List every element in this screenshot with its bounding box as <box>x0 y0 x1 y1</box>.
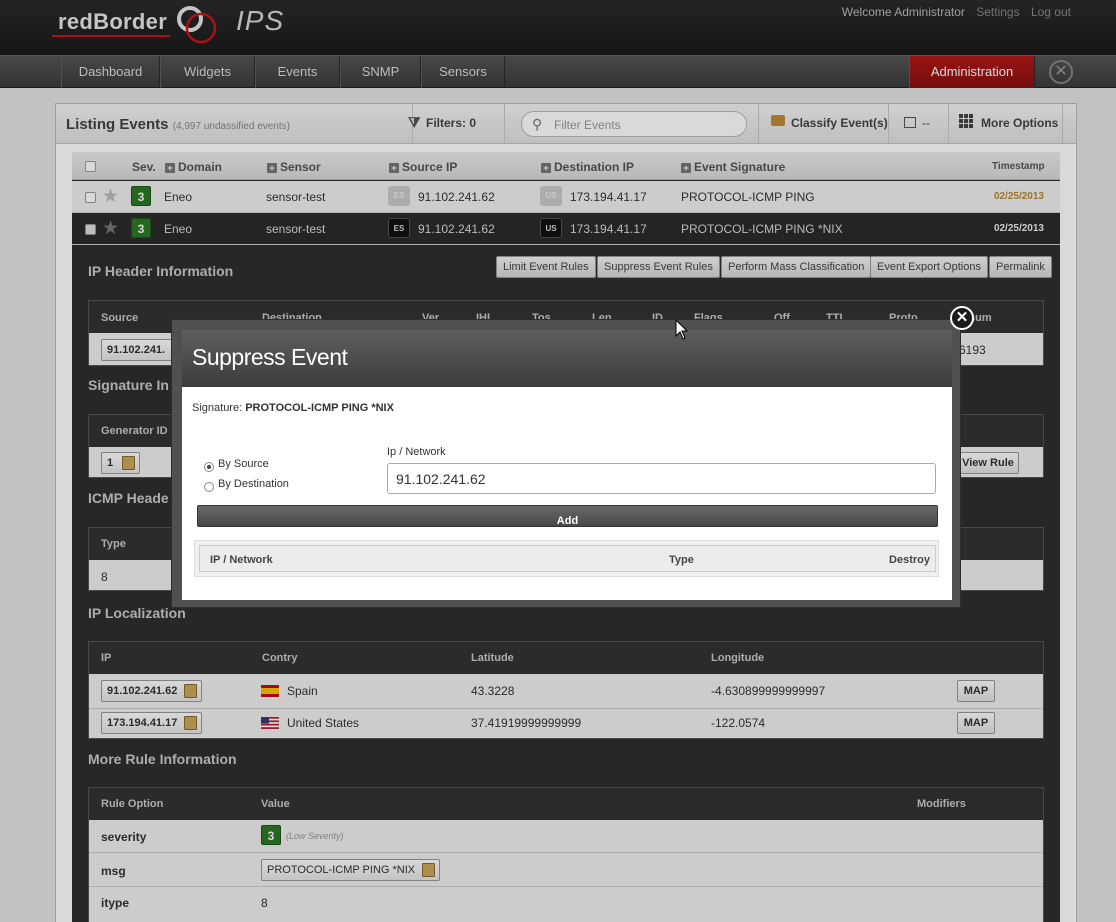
modal-body: Suppress Event Signature: PROTOCOL-ICMP … <box>182 330 952 600</box>
suppression-table: IP / Network Type Destroy <box>194 540 939 577</box>
th-type: Type <box>669 554 694 566</box>
by-destination-radio[interactable] <box>204 482 214 492</box>
mouse-cursor-icon <box>675 319 689 340</box>
ip-network-label: Ip / Network <box>387 446 446 458</box>
signature-label: Signature: <box>192 402 243 414</box>
ip-network-input[interactable] <box>387 463 936 494</box>
th-destroy: Destroy <box>889 554 930 566</box>
suppress-event-modal: Suppress Event Signature: PROTOCOL-ICMP … <box>171 306 974 608</box>
modal-title: Suppress Event <box>192 344 348 370</box>
suppression-table-header: IP / Network Type Destroy <box>199 545 936 572</box>
by-source-radio[interactable] <box>204 462 214 472</box>
signature-line: Signature: PROTOCOL-ICMP PING *NIX <box>192 402 394 414</box>
signature-value: PROTOCOL-ICMP PING *NIX <box>245 402 394 414</box>
by-source-label[interactable]: By Source <box>218 458 269 470</box>
add-button[interactable]: Add <box>197 505 938 527</box>
th-ip-network: IP / Network <box>210 554 273 566</box>
modal-close-icon[interactable]: ✕ <box>950 306 974 330</box>
by-destination-label[interactable]: By Destination <box>218 478 289 490</box>
modal-header: Suppress Event <box>182 330 952 387</box>
